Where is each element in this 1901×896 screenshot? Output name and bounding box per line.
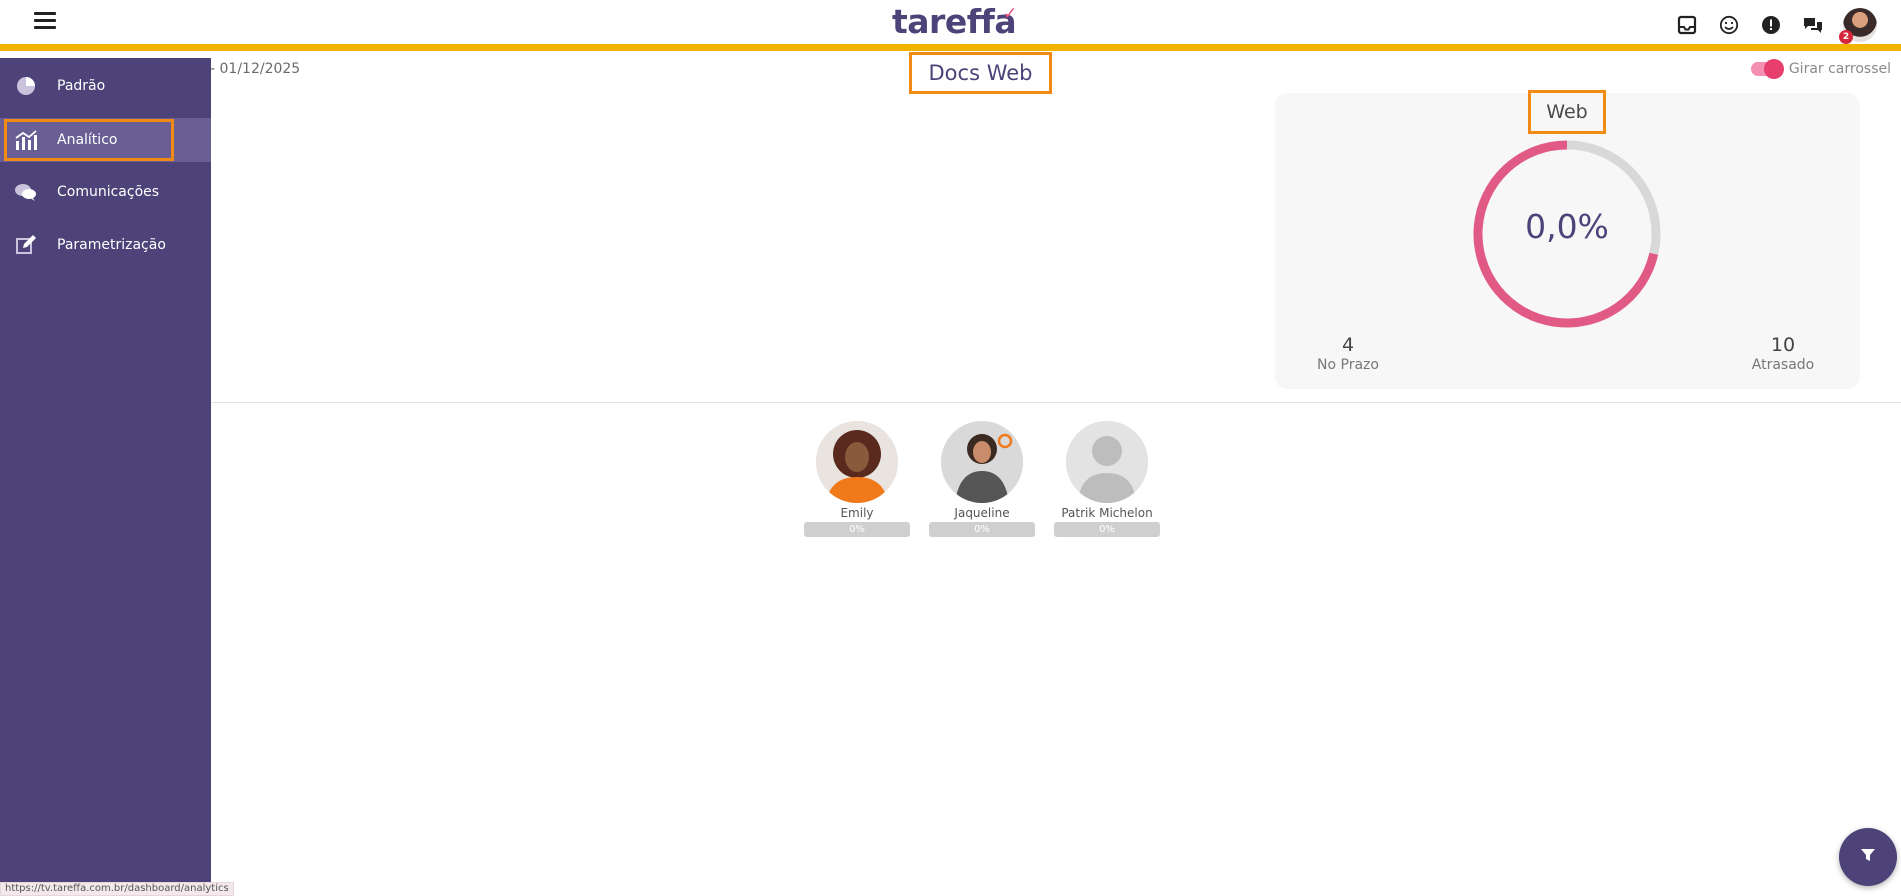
card-title: Web xyxy=(1546,101,1588,123)
app-logo[interactable]: tareffa xyxy=(892,2,1017,41)
user-avatar[interactable]: 2 xyxy=(1839,8,1877,44)
on-time-label: No Prazo xyxy=(1317,357,1379,373)
late-count: 10 xyxy=(1770,334,1796,356)
sidebar: Padrão Analítico Comunicações Parametriz… xyxy=(0,58,211,894)
menu-icon[interactable] xyxy=(34,12,56,30)
top-icons: 2 xyxy=(1675,8,1877,44)
inbox-icon[interactable] xyxy=(1675,13,1699,37)
avatar-placeholder xyxy=(1066,421,1148,503)
on-time-stat: 4 No Prazo xyxy=(1300,334,1396,373)
people-list: Emily 0% Jaqueline 0% Patrik Michelon 0% xyxy=(804,421,1160,537)
late-stat: 10 Atrasado xyxy=(1735,334,1831,373)
late-label: Atrasado xyxy=(1751,357,1815,373)
progress-label: 0% xyxy=(974,524,990,535)
date-range: - 01/12/2025 xyxy=(210,61,301,77)
person-card[interactable]: Jaqueline 0% xyxy=(929,421,1035,537)
sidebar-item-label: Parametrização xyxy=(57,237,166,253)
progress-bar: 0% xyxy=(1054,522,1160,537)
progress-label: 0% xyxy=(1099,524,1115,535)
toggle-knob xyxy=(1763,59,1784,79)
toggle-switch[interactable] xyxy=(1750,59,1784,79)
alert-icon[interactable] xyxy=(1759,13,1783,37)
pie-chart-icon xyxy=(14,74,38,98)
chat-icon[interactable] xyxy=(1801,13,1825,37)
person-name: Jaqueline xyxy=(954,506,1010,520)
progress-bar: 0% xyxy=(929,522,1035,537)
sidebar-item-comunicacoes[interactable]: Comunicações xyxy=(0,170,211,214)
person-card[interactable]: Patrik Michelon 0% xyxy=(1054,421,1160,537)
sidebar-item-label: Padrão xyxy=(57,78,106,94)
filter-icon xyxy=(1860,847,1876,867)
notification-badge: 2 xyxy=(1839,30,1853,44)
person-name: Patrik Michelon xyxy=(1061,506,1153,520)
bar-chart-icon xyxy=(14,128,38,152)
avatar xyxy=(941,421,1023,503)
carousel-toggle[interactable]: Girar carrossel xyxy=(1750,59,1891,79)
chat-bubbles-icon xyxy=(14,180,38,204)
page-title: Docs Web xyxy=(928,61,1033,85)
progress-label: 0% xyxy=(849,524,865,535)
logo-check-icon: ✓ xyxy=(1003,4,1018,24)
top-bar: tareffa ✓ 2 xyxy=(0,0,1901,51)
edit-icon xyxy=(14,233,38,257)
on-time-count: 4 xyxy=(1341,334,1355,356)
page-title-highlight: Docs Web xyxy=(909,52,1052,94)
avatar xyxy=(816,421,898,503)
sidebar-item-label: Analítico xyxy=(57,132,118,148)
person-card[interactable]: Emily 0% xyxy=(804,421,910,537)
progress-bar: 0% xyxy=(804,522,910,537)
toggle-label: Girar carrossel xyxy=(1788,61,1891,77)
sidebar-item-parametrizacao[interactable]: Parametrização xyxy=(0,223,211,267)
sidebar-item-padrao[interactable]: Padrão xyxy=(0,64,211,108)
filter-button[interactable] xyxy=(1839,828,1897,886)
card-title-highlight: Web xyxy=(1528,90,1606,134)
divider xyxy=(211,402,1901,403)
sidebar-item-label: Comunicações xyxy=(57,184,160,200)
smile-icon[interactable] xyxy=(1717,13,1741,37)
sidebar-item-analitico[interactable]: Analítico xyxy=(0,118,211,162)
person-name: Emily xyxy=(840,506,874,520)
donut-center-value: 0,0% xyxy=(1525,207,1609,246)
